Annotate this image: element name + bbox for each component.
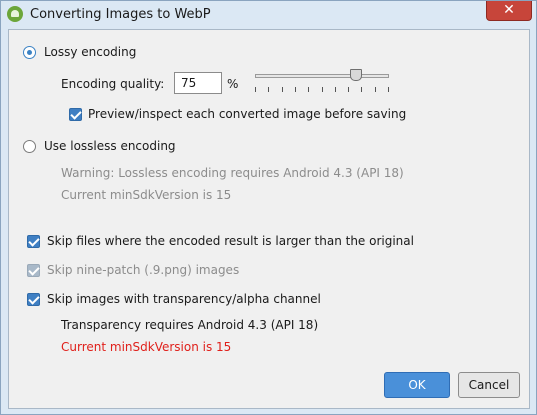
slider-tick	[375, 87, 376, 92]
lossless-encoding-radio[interactable]	[23, 140, 36, 153]
android-studio-icon	[7, 6, 23, 22]
lossless-warning-text: Warning: Lossless encoding requires Andr…	[61, 166, 404, 180]
skip-larger-checkbox[interactable]	[27, 235, 40, 248]
encoding-quality-label: Encoding quality:	[61, 77, 165, 91]
title-bar[interactable]: Converting Images to WebP ✕	[1, 1, 536, 27]
slider-tick	[322, 87, 323, 92]
skip-alpha-label[interactable]: Skip images with transparency/alpha chan…	[47, 292, 321, 306]
dialog-body: Lossy encoding Encoding quality: % Previ…	[8, 29, 530, 409]
slider-tick	[282, 87, 283, 92]
slider-tick	[335, 87, 336, 92]
lossy-encoding-label[interactable]: Lossy encoding	[44, 45, 136, 59]
slider-tick	[308, 87, 309, 92]
close-button[interactable]: ✕	[486, 1, 532, 21]
slider-tick	[295, 87, 296, 92]
slider-tick	[361, 87, 362, 92]
quality-slider-track[interactable]	[255, 74, 389, 78]
slider-tick	[388, 87, 389, 92]
skip-ninepatch-label[interactable]: Skip nine-patch (.9.png) images	[47, 263, 239, 277]
slider-tick	[268, 87, 269, 92]
alpha-requirement-text: Transparency requires Android 4.3 (API 1…	[61, 318, 319, 332]
dialog-title: Converting Images to WebP	[30, 7, 211, 22]
dialog-window: Converting Images to WebP ✕ Lossy encodi…	[0, 0, 537, 415]
alpha-min-sdk-error: Current minSdkVersion is 15	[61, 340, 232, 354]
preview-checkbox[interactable]	[69, 108, 82, 121]
slider-tick	[348, 87, 349, 92]
slider-tick	[255, 87, 256, 92]
quality-slider-handle[interactable]	[349, 69, 362, 81]
cancel-button[interactable]: Cancel	[458, 372, 520, 398]
skip-ninepatch-checkbox[interactable]	[27, 264, 40, 277]
skip-alpha-checkbox[interactable]	[27, 293, 40, 306]
lossless-min-sdk-text: Current minSdkVersion is 15	[61, 188, 232, 202]
quality-slider-ticks	[255, 87, 389, 93]
percent-label: %	[227, 77, 239, 91]
preview-label[interactable]: Preview/inspect each converted image bef…	[88, 107, 406, 121]
encoding-quality-input[interactable]	[174, 72, 222, 94]
ok-button[interactable]: OK	[384, 372, 450, 398]
skip-larger-label[interactable]: Skip files where the encoded result is l…	[47, 234, 414, 248]
lossless-encoding-label[interactable]: Use lossless encoding	[44, 139, 176, 153]
lossy-encoding-radio[interactable]	[23, 46, 36, 59]
